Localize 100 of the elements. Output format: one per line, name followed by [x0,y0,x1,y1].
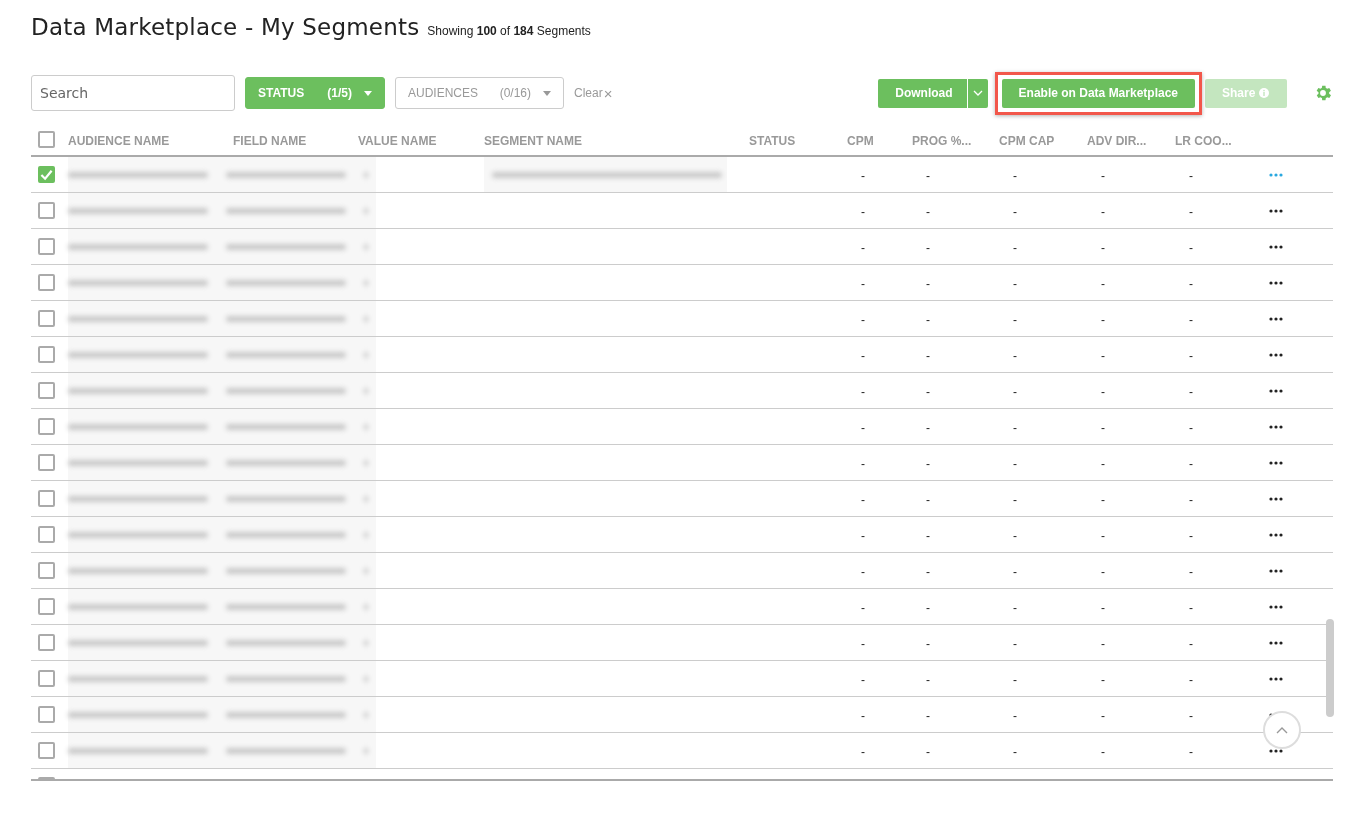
segment-count: Showing 100 of 184 Segments [427,24,591,38]
table-cell-text: - [925,313,930,327]
more-icon[interactable] [1269,568,1283,573]
table-cell-text: - [860,637,865,651]
more-icon[interactable] [1269,532,1283,537]
scrollbar[interactable] [1326,619,1334,717]
table-cell-text: - [860,241,865,255]
table-cell-text: - [1188,673,1193,687]
table-cell-text: - [1012,277,1017,291]
more-icon[interactable] [1269,676,1283,681]
column-header[interactable]: PROG %... [912,133,972,148]
table-cell-text: - [1188,565,1193,579]
search-field[interactable]: Search [31,75,235,111]
table-cell-text: - [1100,241,1105,255]
table-cell-text: - [1012,601,1017,615]
more-icon[interactable] [1269,460,1283,465]
table-cell-text: - [1100,673,1105,687]
table-cell-text: - [1100,637,1105,651]
more-icon[interactable] [1269,640,1283,645]
column-header[interactable]: CPM CAP [999,133,1055,148]
table-cell-text: - [860,529,865,543]
table-cell-text: - [1100,205,1105,219]
more-icon[interactable] [1269,388,1283,393]
table-cell-text: - [1100,313,1105,327]
row-checkbox[interactable] [38,490,55,507]
table-cell-text: - [1012,637,1017,651]
column-header[interactable]: SEGMENT NAME [484,133,582,148]
table-cell-text: - [925,421,930,435]
filter-dropdown[interactable]: AUDIENCES (0/16) [395,77,564,109]
row-checkbox[interactable] [38,634,55,651]
row-checkbox[interactable] [38,670,55,687]
table-cell-text: - [1188,745,1193,759]
column-header[interactable]: FIELD NAME [233,133,307,148]
row-checkbox[interactable] [38,310,55,327]
table-cell-text: - [860,313,865,327]
table-cell-text: - [1012,673,1017,687]
row-checkbox[interactable] [38,562,55,579]
table-cell-text: - [1100,169,1105,183]
table-cell-text: - [925,205,930,219]
table-cell-text: - [1188,421,1193,435]
row-checkbox[interactable] [38,202,55,219]
column-header[interactable]: AUDIENCE NAME [68,133,170,148]
row-checkbox[interactable] [38,238,55,255]
table-cell-text: - [1100,457,1105,471]
row-checkbox[interactable] [38,706,55,723]
table-cell-text: - [860,673,865,687]
table-cell-text: - [1188,493,1193,507]
table-cell-text: - [1100,709,1105,723]
row-checkbox[interactable] [38,742,55,759]
table-cell-text: - [925,745,930,759]
dropdown-toggle[interactable] [966,78,988,108]
table-cell-text: - [860,421,865,435]
select-all-checkbox[interactable] [38,130,55,148]
row-checkbox[interactable] [38,382,55,399]
row-checkbox[interactable] [38,526,55,543]
row-checkbox[interactable] [38,274,55,291]
row-checkbox[interactable] [38,346,55,363]
more-icon[interactable] [1269,280,1283,285]
row-checkbox[interactable] [38,598,55,615]
more-icon[interactable] [1269,424,1283,429]
table-cell-text: - [1012,709,1017,723]
more-icon[interactable] [1269,208,1283,213]
table-cell-text: - [925,277,930,291]
more-icon[interactable] [1269,748,1283,753]
table-cell-text: - [925,349,930,363]
table-cell-text: - [925,529,930,543]
table-cell-text: - [1012,349,1017,363]
table-cell-text: - [1100,421,1105,435]
more-icon[interactable] [1269,604,1283,609]
row-checkbox[interactable] [38,418,55,435]
column-header[interactable]: STATUS [749,133,796,148]
clear-button[interactable]: Clear× [570,84,617,102]
table-cell-text: - [1188,385,1193,399]
table-cell-text: - [1012,529,1017,543]
download-button[interactable]: Download [878,78,967,108]
column-header[interactable]: LR COO... [1175,133,1232,148]
table-cell-text: - [860,277,865,291]
table-cell-text: - [1100,745,1105,759]
row-checkbox[interactable] [38,454,55,471]
column-header[interactable]: ADV DIR... [1087,133,1147,148]
more-icon[interactable] [1269,244,1283,249]
page-title: Data Marketplace - My Segments [31,14,420,40]
table-cell-text: - [860,709,865,723]
row-checkbox[interactable] [38,166,55,183]
column-header[interactable]: CPM [847,133,874,148]
more-icon[interactable] [1269,316,1283,321]
table-cell-text: - [1012,565,1017,579]
table-cell-text: - [1188,205,1193,219]
more-icon[interactable] [1269,496,1283,501]
table-cell-text: - [860,349,865,363]
table-cell-text: - [860,457,865,471]
more-icon[interactable] [1269,352,1283,357]
filter-dropdown[interactable]: STATUS (1/5) [245,77,385,109]
table-cell-text: - [1100,565,1105,579]
column-header[interactable]: VALUE NAME [358,133,437,148]
table-cell-text: - [1012,493,1017,507]
enable-button[interactable]: Enable on Data Marketplace [1001,78,1195,108]
table-cell-text: - [925,637,930,651]
table-cell-text: - [860,601,865,615]
table-cell-text: - [925,493,930,507]
